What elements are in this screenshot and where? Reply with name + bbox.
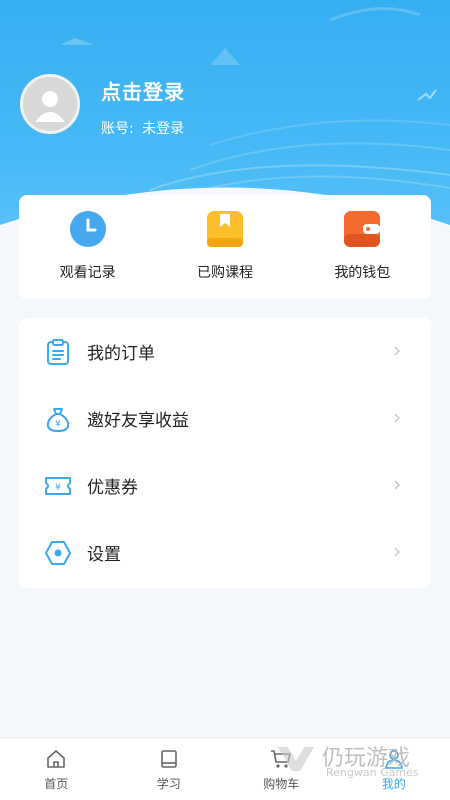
menu-label: 优惠券 (87, 478, 138, 498)
svg-text:¥: ¥ (55, 419, 61, 429)
nav-tab-study[interactable]: 学习 (113, 738, 226, 800)
menu-label: 设置 (87, 545, 121, 565)
menu-card: 我的订单 ¥ 邀好友享收益 ¥ 优惠券 设置 (19, 318, 431, 588)
nav-label: 我的 (381, 777, 406, 791)
nav-tab-home[interactable]: 首页 (0, 738, 113, 800)
quick-wallet[interactable]: 我的钱包 (302, 210, 422, 282)
quick-label: 观看记录 (59, 265, 116, 281)
cart-icon (270, 748, 292, 770)
user-icon (383, 748, 405, 770)
clock-icon (69, 210, 107, 248)
nav-tab-mine[interactable]: 我的 (338, 738, 450, 800)
menu-item-coupons[interactable]: ¥ 优惠券 (19, 452, 431, 519)
account-value: 未登录 (142, 121, 185, 137)
chevron-right-icon (394, 547, 401, 557)
money-bag-icon: ¥ (45, 406, 71, 432)
quick-purchased-courses[interactable]: 已购课程 (165, 210, 285, 282)
nav-label: 学习 (156, 777, 181, 791)
bottom-navigation: 首页 学习 购物车 我的 (0, 737, 450, 800)
quick-label: 已购课程 (196, 265, 253, 281)
chevron-right-icon (394, 413, 401, 423)
nav-label: 首页 (44, 777, 69, 791)
clipboard-icon (45, 338, 71, 365)
chevron-right-icon (394, 346, 401, 356)
menu-label: 邀好友享收益 (87, 411, 189, 431)
menu-item-invite[interactable]: ¥ 邀好友享收益 (19, 385, 431, 452)
home-icon (45, 748, 67, 770)
quick-actions-card: 观看记录 已购课程 我的钱包 (19, 195, 431, 299)
chevron-right-icon (394, 480, 401, 490)
menu-item-settings[interactable]: 设置 (19, 519, 431, 586)
account-label: 账号: (101, 121, 134, 137)
svg-text:¥: ¥ (55, 483, 61, 493)
coupon-icon: ¥ (45, 473, 71, 499)
quick-label: 我的钱包 (334, 265, 391, 281)
wallet-icon (343, 210, 381, 248)
menu-label: 我的订单 (87, 344, 155, 364)
nav-label: 购物车 (263, 777, 300, 791)
avatar[interactable] (20, 74, 80, 134)
default-user-icon (35, 91, 65, 122)
nav-tab-cart[interactable]: 购物车 (225, 738, 338, 800)
menu-item-orders[interactable]: 我的订单 (19, 318, 431, 385)
quick-watch-history[interactable]: 观看记录 (28, 210, 148, 282)
settings-hexagon-icon (45, 540, 71, 566)
login-link[interactable]: 点击登录 (101, 76, 185, 105)
bookmark-book-icon (206, 210, 244, 248)
book-icon (158, 748, 180, 770)
account-info: 账号: 未登录 (101, 118, 188, 138)
